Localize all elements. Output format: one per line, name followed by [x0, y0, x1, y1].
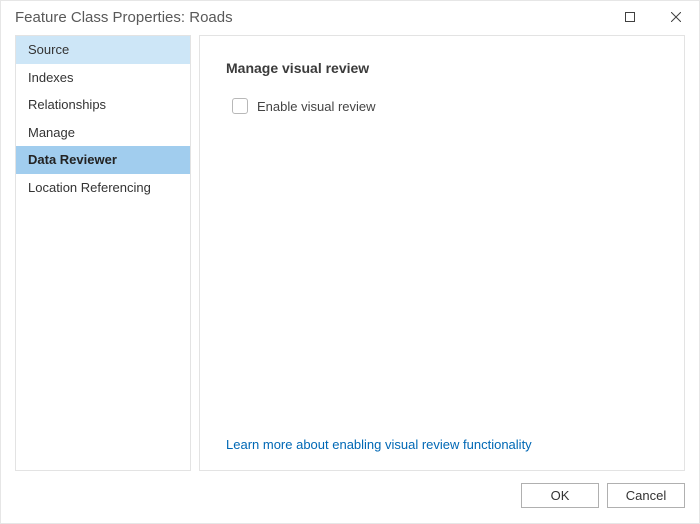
- button-label: OK: [551, 488, 570, 503]
- ok-button[interactable]: OK: [521, 483, 599, 508]
- dialog-body: Source Indexes Relationships Manage Data…: [1, 33, 699, 477]
- window-title: Feature Class Properties: Roads: [15, 9, 233, 26]
- sidebar-item-location-referencing[interactable]: Location Referencing: [16, 174, 190, 202]
- button-label: Cancel: [626, 488, 666, 503]
- dialog-window: Feature Class Properties: Roads Source I…: [0, 0, 700, 524]
- checkbox-label: Enable visual review: [257, 99, 376, 114]
- sidebar-item-data-reviewer[interactable]: Data Reviewer: [16, 146, 190, 174]
- sidebar-item-label: Source: [28, 42, 69, 57]
- section-title: Manage visual review: [226, 60, 658, 76]
- dialog-footer: OK Cancel: [1, 477, 699, 523]
- sidebar-item-indexes[interactable]: Indexes: [16, 64, 190, 92]
- content-spacer: [226, 114, 658, 435]
- sidebar-item-manage[interactable]: Manage: [16, 119, 190, 147]
- close-icon: [671, 12, 681, 22]
- maximize-icon: [625, 12, 635, 22]
- close-button[interactable]: [653, 1, 699, 33]
- enable-visual-review-row[interactable]: Enable visual review: [232, 98, 658, 114]
- sidebar-item-label: Data Reviewer: [28, 152, 117, 167]
- maximize-button[interactable]: [607, 1, 653, 33]
- checkbox-icon[interactable]: [232, 98, 248, 114]
- sidebar-item-label: Manage: [28, 125, 75, 140]
- category-sidebar: Source Indexes Relationships Manage Data…: [15, 35, 191, 471]
- sidebar-item-relationships[interactable]: Relationships: [16, 91, 190, 119]
- sidebar-item-label: Location Referencing: [28, 180, 151, 195]
- content-panel: Manage visual review Enable visual revie…: [199, 35, 685, 471]
- sidebar-item-label: Indexes: [28, 70, 74, 85]
- sidebar-item-label: Relationships: [28, 97, 106, 112]
- cancel-button[interactable]: Cancel: [607, 483, 685, 508]
- sidebar-item-source[interactable]: Source: [16, 36, 190, 64]
- learn-more-link[interactable]: Learn more about enabling visual review …: [226, 435, 658, 458]
- title-bar: Feature Class Properties: Roads: [1, 1, 699, 33]
